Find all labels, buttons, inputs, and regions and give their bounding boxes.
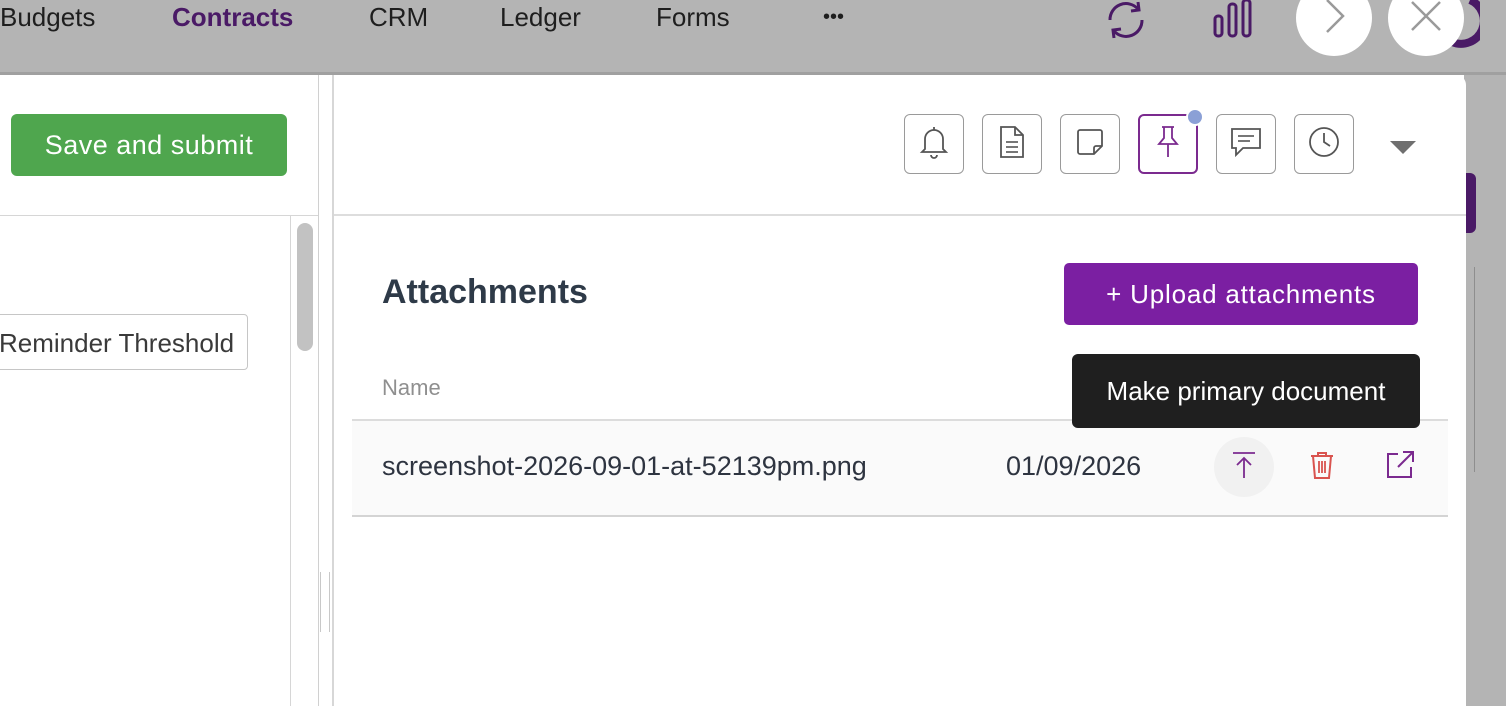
nav-item-contracts[interactable]: Contracts <box>172 0 293 36</box>
nav-item-forms[interactable]: Forms <box>656 0 730 36</box>
form-scroll-area: Reminder Threshold <box>0 216 291 706</box>
pane-resize-handle[interactable] <box>320 572 330 632</box>
next-button[interactable] <box>1296 0 1372 56</box>
bell-icon <box>919 125 949 164</box>
open-attachment-button[interactable] <box>1370 437 1430 497</box>
notes-button[interactable] <box>1060 114 1120 174</box>
attachment-row[interactable]: screenshot-2026-09-01-at-52139pm.png 01/… <box>352 421 1448 517</box>
background-overlay <box>1464 75 1506 706</box>
nav-more-button[interactable]: ••• <box>823 0 844 36</box>
chevron-down-icon[interactable] <box>1390 141 1416 154</box>
chevron-right-icon <box>1319 0 1349 41</box>
notifications-button[interactable] <box>904 114 964 174</box>
scrollbar-thumb[interactable] <box>297 223 313 351</box>
name-column-header[interactable]: Name <box>382 375 441 401</box>
bar-chart-icon[interactable] <box>1212 0 1256 45</box>
pin-icon <box>1153 124 1183 165</box>
trash-icon <box>1309 450 1335 485</box>
delete-attachment-button[interactable] <box>1292 437 1352 497</box>
documents-button[interactable] <box>982 114 1042 174</box>
side-panel: Attachments + Upload attachments Name sc… <box>332 75 1466 706</box>
notification-dot <box>1186 108 1204 126</box>
external-link-icon <box>1384 449 1416 486</box>
make-primary-button[interactable] <box>1214 437 1274 497</box>
save-and-submit-button[interactable]: Save and submit <box>11 114 287 176</box>
make-primary-tooltip: Make primary document <box>1072 354 1420 428</box>
nav-item-crm[interactable]: CRM <box>369 0 428 36</box>
attachment-file-name[interactable]: screenshot-2026-09-01-at-52139pm.png <box>382 451 867 482</box>
top-navigation: Budgets Contracts CRM Ledger Forms ••• <box>0 0 1506 75</box>
nav-item-ledger[interactable]: Ledger <box>500 0 581 36</box>
comment-icon <box>1229 126 1263 163</box>
upload-attachments-button[interactable]: + Upload attachments <box>1064 263 1418 325</box>
history-button[interactable] <box>1294 114 1354 174</box>
refresh-icon[interactable] <box>1104 0 1148 45</box>
note-icon <box>1074 126 1106 163</box>
nav-item-budgets[interactable]: Budgets <box>0 0 95 36</box>
close-icon <box>1408 0 1444 39</box>
document-icon <box>998 125 1026 164</box>
background-divider <box>1474 267 1475 472</box>
attachments-title: Attachments <box>382 273 588 311</box>
divider <box>334 214 1466 216</box>
attachment-date: 01/09/2026 <box>1006 451 1142 481</box>
attachments-button[interactable] <box>1138 108 1204 174</box>
comments-button[interactable] <box>1216 114 1276 174</box>
reminder-threshold-input[interactable]: Reminder Threshold <box>0 314 248 370</box>
clock-icon <box>1307 125 1341 164</box>
form-pane: Save and submit Reminder Threshold <box>0 75 319 706</box>
make-primary-icon <box>1231 450 1257 485</box>
